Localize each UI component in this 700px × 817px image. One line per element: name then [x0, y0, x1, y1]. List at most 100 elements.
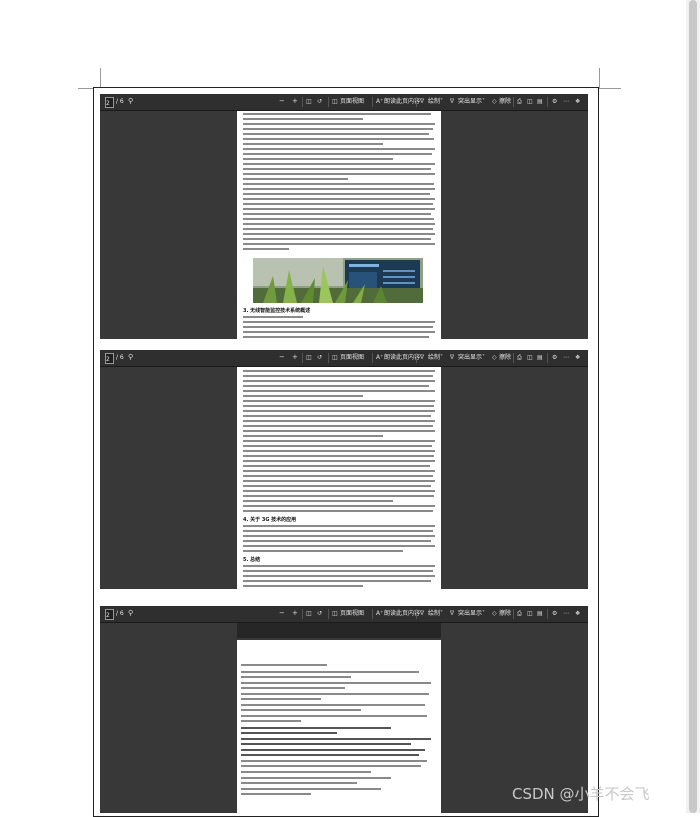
highlight-icon[interactable]: ∇ — [450, 352, 454, 363]
page-view-button[interactable]: 页面视图 — [340, 352, 364, 363]
toolbar-divider — [328, 353, 329, 363]
fit-page-icon[interactable]: ◫ — [306, 96, 312, 107]
text-line — [243, 465, 430, 467]
zoom-out-button[interactable]: − — [279, 608, 285, 619]
save-icon[interactable]: ▤ — [537, 352, 543, 363]
pin-icon[interactable]: ❖ — [575, 352, 580, 363]
highlight-icon[interactable]: ∇ — [450, 96, 454, 107]
settings-gear-icon[interactable]: ⚙ — [552, 608, 557, 619]
highlight-button[interactable]: 突出显示 — [458, 352, 482, 363]
page-number-input[interactable]: 2 — [105, 609, 114, 620]
draw-button[interactable]: 绘制 — [428, 352, 440, 363]
chevron-down-icon[interactable]: ˅ — [440, 96, 443, 107]
page-view-icon[interactable]: ◫ — [332, 96, 338, 107]
more-options-icon[interactable]: ⋯ — [563, 352, 569, 363]
pin-icon[interactable]: ❖ — [575, 96, 580, 107]
print-icon[interactable]: ⎙ — [517, 96, 522, 107]
text-line — [243, 405, 434, 407]
text-line — [241, 777, 391, 779]
text-line — [243, 420, 435, 422]
zoom-out-button[interactable]: − — [279, 96, 285, 107]
more-options-icon[interactable]: ⋯ — [563, 96, 569, 107]
page-number-input[interactable]: 2 — [105, 97, 114, 108]
print-icon[interactable]: ⎙ — [517, 352, 522, 363]
figure-illustration — [253, 258, 423, 303]
chevron-down-icon[interactable]: ˅ — [482, 608, 485, 619]
read-aloud-icon[interactable]: A⁺ — [376, 352, 383, 363]
eraser-icon[interactable]: ◇ — [492, 352, 497, 363]
text-line — [243, 243, 435, 245]
highlight-button[interactable]: 突出显示 — [458, 96, 482, 107]
text-line — [243, 113, 431, 115]
settings-gear-icon[interactable]: ⚙ — [552, 352, 557, 363]
page-view-icon[interactable]: ◫ — [332, 352, 338, 363]
read-aloud-icon[interactable]: A⁺ — [376, 96, 383, 107]
scrollbar-thumb[interactable] — [689, 0, 697, 813]
search-icon[interactable]: ⚲ — [128, 352, 133, 363]
pdf-canvas[interactable]: 3. 无线智能监控技术系统概述 — [100, 111, 588, 339]
save-icon[interactable]: ▤ — [537, 96, 543, 107]
draw-icon[interactable]: ∇ — [420, 608, 424, 619]
read-aloud-button[interactable]: 朗读此页内容 — [384, 96, 420, 107]
window-scrollbar[interactable] — [686, 0, 700, 813]
draw-icon[interactable]: ∇ — [420, 352, 424, 363]
page-view-button[interactable]: 页面视图 — [340, 608, 364, 619]
page-view-icon[interactable]: ◫ — [332, 608, 338, 619]
toolbar-divider — [547, 353, 548, 363]
eraser-icon[interactable]: ◇ — [492, 96, 497, 107]
fit-width-icon[interactable]: ◫ — [527, 608, 533, 619]
rotate-icon[interactable]: ↺ — [317, 608, 322, 619]
chevron-down-icon[interactable]: ˅ — [440, 608, 443, 619]
rotate-icon[interactable]: ↺ — [317, 352, 322, 363]
read-aloud-button[interactable]: 朗读此页内容 — [384, 608, 420, 619]
zoom-in-button[interactable]: + — [292, 352, 298, 363]
text-line — [243, 123, 435, 125]
text-line — [243, 475, 433, 477]
text-line — [243, 485, 431, 487]
chevron-down-icon[interactable]: ˅ — [440, 352, 443, 363]
erase-button[interactable]: 擦除 — [499, 96, 511, 107]
eraser-icon[interactable]: ◇ — [492, 608, 497, 619]
pdf-page: 3. 无线智能监控技术系统概述 — [237, 111, 441, 339]
print-icon[interactable]: ⎙ — [517, 608, 522, 619]
highlight-button[interactable]: 突出显示 — [458, 608, 482, 619]
draw-button[interactable]: 绘制 — [428, 608, 440, 619]
settings-gear-icon[interactable]: ⚙ — [552, 96, 557, 107]
text-line — [243, 495, 434, 497]
draw-icon[interactable]: ∇ — [420, 96, 424, 107]
chevron-down-icon[interactable]: ˅ — [482, 352, 485, 363]
more-options-icon[interactable]: ⋯ — [563, 608, 569, 619]
text-line — [243, 233, 435, 235]
erase-button[interactable]: 擦除 — [499, 352, 511, 363]
rotate-icon[interactable]: ↺ — [317, 96, 322, 107]
text-line — [243, 153, 432, 155]
erase-button[interactable]: 擦除 — [499, 608, 511, 619]
chevron-down-icon[interactable]: ˅ — [482, 96, 485, 107]
read-aloud-icon[interactable]: A⁺ — [376, 608, 383, 619]
save-icon[interactable]: ▤ — [537, 608, 543, 619]
search-icon[interactable]: ⚲ — [128, 96, 133, 107]
text-line — [243, 336, 429, 338]
draw-button[interactable]: 绘制 — [428, 96, 440, 107]
page-total: / 6 — [116, 610, 124, 617]
zoom-in-button[interactable]: + — [292, 608, 298, 619]
search-icon[interactable]: ⚲ — [128, 608, 133, 619]
highlight-icon[interactable]: ∇ — [450, 608, 454, 619]
toolbar-divider — [302, 353, 303, 363]
text-line — [243, 158, 393, 160]
zoom-out-button[interactable]: − — [279, 352, 285, 363]
zoom-in-button[interactable]: + — [292, 96, 298, 107]
crop-mark — [100, 68, 101, 88]
text-line — [243, 228, 433, 230]
read-aloud-button[interactable]: 朗读此页内容 — [384, 352, 420, 363]
text-line — [243, 525, 435, 527]
fit-page-icon[interactable]: ◫ — [306, 608, 312, 619]
pdf-canvas[interactable]: 4. 关于 3G 技术的应用 5. 总结 — [100, 367, 588, 589]
fit-width-icon[interactable]: ◫ — [527, 352, 533, 363]
page-number-input[interactable]: 2 — [105, 353, 114, 364]
page-view-button[interactable]: 页面视图 — [340, 96, 364, 107]
text-line — [243, 425, 433, 427]
pin-icon[interactable]: ❖ — [575, 608, 580, 619]
fit-width-icon[interactable]: ◫ — [527, 96, 533, 107]
fit-page-icon[interactable]: ◫ — [306, 352, 312, 363]
